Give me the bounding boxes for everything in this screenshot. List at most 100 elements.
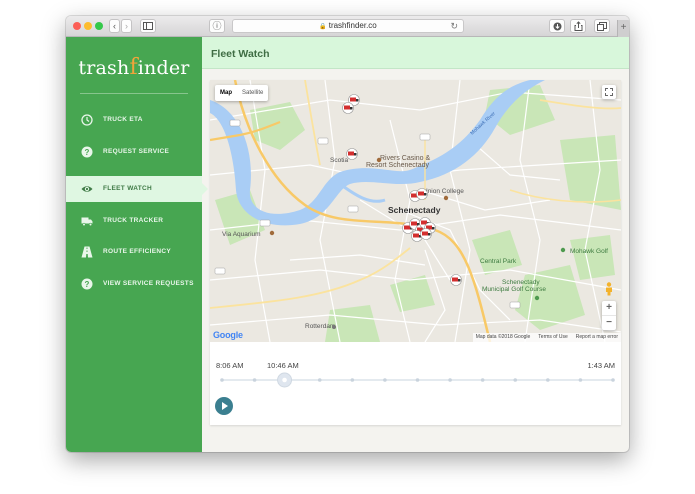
google-wordmark: Google <box>213 330 243 340</box>
timeline-tick[interactable] <box>220 378 224 382</box>
map-label-rivers-casino: Rivers Casino & <box>380 155 431 162</box>
timeline-tick[interactable] <box>448 378 452 382</box>
sidebar-item-label: REQUEST SERVICE <box>103 148 170 155</box>
timeline-tick[interactable] <box>546 378 550 382</box>
tabs-icon <box>597 22 607 31</box>
sidebar-item-route-efficiency[interactable]: ROUTE EFFICIENCY <box>66 239 202 265</box>
share-icon <box>574 21 582 31</box>
timeline-tick[interactable] <box>611 378 615 382</box>
fullscreen-button[interactable] <box>602 85 616 99</box>
zoom-in-button[interactable]: + <box>602 301 616 315</box>
sidebar-icon <box>143 22 153 30</box>
sidebar-item-truck-eta[interactable]: TRUCK ETA <box>66 107 202 133</box>
sidebar-item-truck-tracker[interactable]: TRUCK TRACKER <box>66 208 202 234</box>
sidebar-item-label: VIEW SERVICE REQUESTS <box>103 280 194 287</box>
sidebar: trashfinder TRUCK ETA ? REQUEST SERVICE … <box>66 37 208 452</box>
map-label-golf-course-2: Municipal Golf Course <box>482 286 546 293</box>
timeline-slider[interactable] <box>210 370 621 390</box>
sidebar-item-view-service-requests[interactable]: ? VIEW SERVICE REQUESTS <box>66 271 202 297</box>
browser-toolbar: ‹ › ⓘ 🔒 trashfinder.co ↻ + <box>66 16 629 37</box>
timeline-handle-dot <box>282 377 287 383</box>
question-icon: ? <box>81 146 93 158</box>
sidebar-item-fleet-watch[interactable]: FLEET WATCH <box>66 176 208 202</box>
map-type-control: Map Satellite <box>215 85 269 101</box>
download-icon <box>553 22 561 31</box>
map-view[interactable]: Mohawk River Rivers Casino & Resort Sche… <box>210 80 621 342</box>
truck-marker[interactable] <box>416 188 428 200</box>
timeline-tick[interactable] <box>480 378 485 382</box>
truck-marker[interactable] <box>342 102 354 114</box>
sidebar-toggle-button[interactable] <box>140 19 156 33</box>
timeline-current-label: 10:46 AM <box>267 361 299 370</box>
zoom-window-button[interactable] <box>95 22 103 30</box>
tabs-button[interactable] <box>594 19 610 33</box>
download-button[interactable] <box>549 19 565 33</box>
map-type-map-button[interactable]: Map <box>215 85 237 101</box>
play-button[interactable] <box>215 397 233 415</box>
sidebar-item-request-service[interactable]: ? REQUEST SERVICE <box>66 139 202 165</box>
main-content: Fleet Watch Mohawk River Rivers Casino &… <box>202 37 629 452</box>
address-bar[interactable]: 🔒 trashfinder.co ↻ <box>232 19 464 33</box>
sidebar-item-label: ROUTE EFFICIENCY <box>103 248 171 255</box>
forward-button[interactable]: › <box>121 19 132 33</box>
timeline-tick[interactable] <box>317 378 322 382</box>
logo-divider <box>80 93 188 94</box>
logo-text-left: trash <box>78 57 130 79</box>
sidebar-item-label: TRUCK ETA <box>103 116 143 123</box>
share-button[interactable] <box>570 19 586 33</box>
new-tab-button[interactable]: + <box>617 20 629 37</box>
timeline-tick[interactable] <box>252 378 257 382</box>
reload-icon[interactable]: ↻ <box>450 20 458 32</box>
question-icon: ? <box>81 278 93 290</box>
timeline-tick[interactable] <box>415 378 420 382</box>
browser-window: ‹ › ⓘ 🔒 trashfinder.co ↻ + trashfinder TR… <box>66 16 629 452</box>
map-type-satellite-button[interactable]: Satellite <box>237 85 268 101</box>
timeline-tick[interactable] <box>513 378 518 382</box>
map-label-scotia: Scotia <box>330 157 348 164</box>
timeline-panel: 8:06 AM 10:46 AM 1:43 AM <box>210 342 621 425</box>
map-label-union-college: Union College <box>423 188 464 195</box>
map-label-mohawk-golf: Mohawk Golf <box>570 248 608 255</box>
sidebar-item-label: FLEET WATCH <box>103 185 153 192</box>
timeline-tick[interactable] <box>578 378 583 382</box>
page-title: Fleet Watch <box>211 48 270 60</box>
clock-icon <box>81 114 93 126</box>
lock-icon: 🔒 <box>319 24 327 30</box>
page-header: Fleet Watch <box>202 37 629 69</box>
sidebar-item-label: TRUCK TRACKER <box>103 217 164 224</box>
truck-icon <box>81 217 93 227</box>
fullscreen-icon <box>605 88 613 96</box>
timeline-end-label: 1:43 AM <box>587 361 615 370</box>
svg-text:?: ? <box>85 280 90 289</box>
eye-icon <box>81 186 93 192</box>
fleet-watch-card: Mohawk River Rivers Casino & Resort Sche… <box>210 80 621 425</box>
map-label-central-park: Central Park <box>480 258 517 265</box>
minimize-window-button[interactable] <box>84 22 92 30</box>
map-label-rivers-casino-2: Resort Schenectady <box>366 162 430 169</box>
map-attribution: Map data ©2018 Google Terms of Use Report … <box>472 333 621 342</box>
zoom-out-button[interactable]: − <box>602 315 616 329</box>
report-error-link[interactable]: Report a map error <box>576 334 618 340</box>
timeline-tick[interactable] <box>383 378 387 382</box>
map-label-schenectady: Schenectady <box>388 205 441 215</box>
map-canvas[interactable]: Mohawk River Rivers Casino & Resort Sche… <box>210 80 621 342</box>
info-button[interactable]: ⓘ <box>209 19 225 33</box>
map-label-rotterdam: Rotterdam <box>305 323 335 330</box>
google-logo: Google <box>213 330 243 340</box>
logo-text-right: inder <box>137 57 190 79</box>
terms-link[interactable]: Terms of Use <box>538 334 567 340</box>
url-text: trashfinder.co <box>328 21 377 30</box>
timeline-tick[interactable] <box>350 378 355 382</box>
truck-marker[interactable] <box>346 148 358 160</box>
pegman-icon[interactable] <box>605 282 613 296</box>
map-label-via-aquarium: Via Aquarium <box>222 231 261 238</box>
close-window-button[interactable] <box>73 22 81 30</box>
truck-marker[interactable] <box>420 228 432 240</box>
svg-text:?: ? <box>85 148 90 157</box>
map-label-golf-course: Schenectady <box>502 279 540 286</box>
road-icon <box>81 246 93 258</box>
map-data-text: Map data ©2018 Google <box>475 334 531 340</box>
back-button[interactable]: ‹ <box>109 19 120 33</box>
trashfinder-logo[interactable]: trashfinder <box>66 55 202 80</box>
truck-marker[interactable] <box>450 274 462 286</box>
